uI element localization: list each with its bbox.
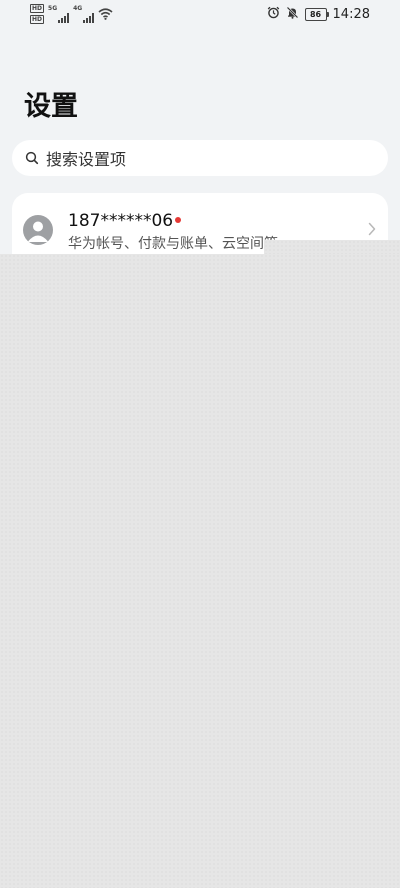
hd-badge-2: HD xyxy=(30,15,45,24)
signal-2: 4G xyxy=(73,5,95,23)
mute-icon xyxy=(286,6,299,23)
loading-placeholder-notch xyxy=(264,240,400,254)
battery-icon: 86 xyxy=(304,7,329,21)
search-placeholder: 搜索设置项 xyxy=(46,150,127,169)
search-icon xyxy=(25,151,39,165)
page-title: 设置 xyxy=(24,91,78,122)
signal-bars-icon xyxy=(83,13,95,23)
search-input[interactable]: 搜索设置项 xyxy=(12,140,388,176)
status-bar-right: 86 14:28 xyxy=(267,5,370,23)
account-subtitle: 华为帐号、付款与账单、云空间等 xyxy=(68,236,278,252)
signal-1: 5G xyxy=(48,5,70,23)
alarm-icon xyxy=(267,6,280,23)
hd-badge-1: HD xyxy=(30,4,45,13)
hd-badges: HD HD xyxy=(30,4,45,24)
status-bar-left: HD HD 5G 4G xyxy=(30,3,113,25)
network-type-1: 5G xyxy=(48,5,58,12)
account-name: 187******06 xyxy=(68,211,174,231)
clock: 14:28 xyxy=(332,6,370,22)
notification-dot xyxy=(175,217,181,223)
chevron-right-icon xyxy=(368,222,376,236)
network-type-2: 4G xyxy=(73,5,83,12)
avatar xyxy=(23,215,53,245)
signal-bars-icon xyxy=(58,13,70,23)
user-icon xyxy=(27,221,49,242)
loading-placeholder xyxy=(0,254,400,888)
wifi-icon xyxy=(98,8,113,20)
status-bar: HD HD 5G 4G 86 14:28 xyxy=(0,0,400,28)
battery-level: 86 xyxy=(309,9,322,19)
